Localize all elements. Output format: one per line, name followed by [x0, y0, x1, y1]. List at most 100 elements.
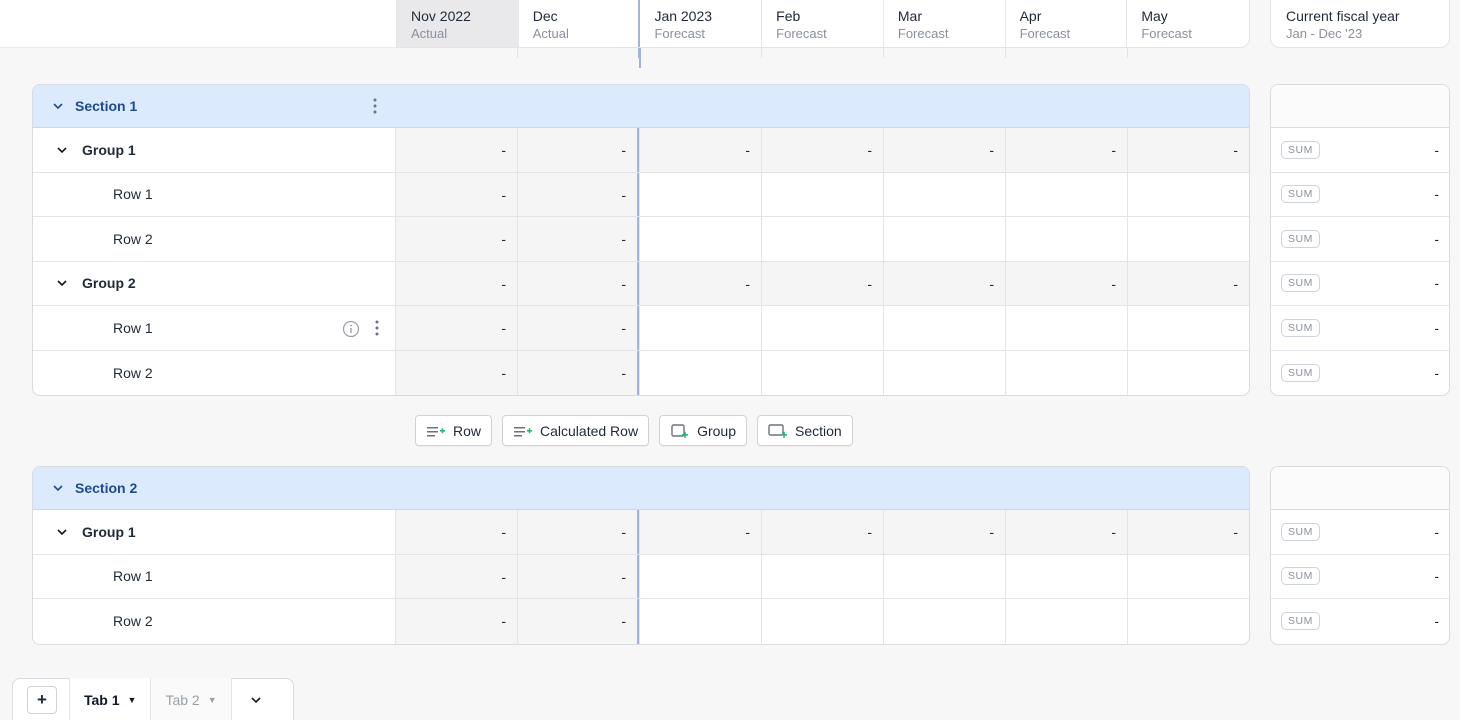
cell[interactable]: - — [883, 128, 1005, 172]
cell[interactable] — [639, 306, 761, 350]
row-label[interactable]: Row 1 — [33, 306, 395, 350]
cell[interactable]: - — [639, 510, 761, 554]
cell[interactable]: - — [1005, 510, 1127, 554]
cell[interactable]: - — [395, 510, 517, 554]
cell[interactable]: - — [761, 261, 883, 305]
chevron-down-icon[interactable] — [51, 99, 65, 113]
cell[interactable] — [1005, 554, 1127, 598]
col-header-jan[interactable]: Jan 2023 Forecast — [640, 0, 763, 47]
sum-badge[interactable]: SUM — [1281, 567, 1320, 586]
cell[interactable] — [761, 599, 883, 644]
fiscal-row[interactable]: SUM - — [1271, 217, 1449, 262]
cell[interactable]: - — [517, 172, 639, 216]
add-tab-button[interactable]: + — [27, 686, 57, 714]
cell[interactable]: - — [1127, 261, 1249, 305]
cell[interactable]: - — [517, 350, 639, 395]
cell[interactable] — [1127, 217, 1249, 261]
section-header[interactable]: Section 2 — [33, 467, 1249, 510]
cell[interactable]: - — [517, 128, 639, 172]
cell[interactable] — [1005, 217, 1127, 261]
fiscal-row[interactable]: SUM - — [1271, 173, 1449, 217]
fiscal-row[interactable]: SUM - — [1271, 599, 1449, 644]
cell[interactable]: - — [761, 128, 883, 172]
cell[interactable]: - — [395, 172, 517, 216]
cell[interactable] — [1005, 172, 1127, 216]
add-section-button[interactable]: Section — [757, 415, 853, 446]
info-icon[interactable] — [342, 320, 360, 338]
fiscal-row[interactable]: SUM - — [1271, 306, 1449, 351]
fiscal-row[interactable]: SUM - — [1271, 510, 1449, 555]
row-label[interactable]: Group 2 — [33, 262, 395, 306]
cell[interactable] — [883, 172, 1005, 216]
chevron-down-icon[interactable] — [55, 143, 69, 157]
cell[interactable] — [883, 306, 1005, 350]
cell[interactable]: - — [395, 306, 517, 350]
cell[interactable]: - — [517, 217, 639, 261]
col-header-nov[interactable]: Nov 2022 Actual — [397, 0, 519, 47]
cell[interactable]: - — [639, 261, 761, 305]
cell[interactable] — [883, 217, 1005, 261]
cell[interactable] — [761, 217, 883, 261]
col-header-may[interactable]: May Forecast — [1127, 0, 1249, 47]
sum-badge[interactable]: SUM — [1281, 140, 1320, 159]
sum-badge[interactable]: SUM — [1281, 522, 1320, 541]
cell[interactable]: - — [517, 261, 639, 305]
cell[interactable] — [883, 599, 1005, 644]
cell[interactable] — [761, 554, 883, 598]
cell[interactable]: - — [1127, 510, 1249, 554]
cell[interactable]: - — [395, 599, 517, 644]
sum-badge[interactable]: SUM — [1281, 185, 1320, 204]
tabs-overflow-button[interactable] — [230, 678, 281, 720]
col-header-apr[interactable]: Apr Forecast — [1006, 0, 1128, 47]
tab-2[interactable]: Tab 2 ▼ — [150, 678, 231, 720]
add-calculated-row-button[interactable]: Calculated Row — [502, 415, 650, 446]
kebab-menu-icon[interactable] — [372, 319, 382, 337]
row-label[interactable]: Row 1 — [33, 555, 395, 599]
cell[interactable]: - — [1005, 128, 1127, 172]
col-header-mar[interactable]: Mar Forecast — [884, 0, 1006, 47]
row-label[interactable]: Row 1 — [33, 173, 395, 217]
cell[interactable] — [1005, 599, 1127, 644]
cell[interactable] — [1127, 599, 1249, 644]
add-group-button[interactable]: Group — [659, 415, 747, 446]
cell[interactable]: - — [395, 128, 517, 172]
kebab-menu-icon[interactable] — [370, 97, 380, 115]
chevron-down-icon[interactable] — [51, 481, 65, 495]
caret-down-icon[interactable]: ▼ — [208, 695, 217, 705]
chevron-down-icon[interactable] — [55, 276, 69, 290]
sum-badge[interactable]: SUM — [1281, 363, 1320, 382]
cell[interactable]: - — [883, 261, 1005, 305]
cell[interactable] — [883, 554, 1005, 598]
cell[interactable] — [761, 350, 883, 395]
sum-badge[interactable]: SUM — [1281, 318, 1320, 337]
cell[interactable] — [639, 554, 761, 598]
cell[interactable] — [1127, 306, 1249, 350]
add-row-button[interactable]: Row — [415, 415, 493, 446]
cell[interactable]: - — [517, 510, 639, 554]
cell[interactable]: - — [639, 128, 761, 172]
sum-badge[interactable]: SUM — [1281, 229, 1320, 248]
cell[interactable]: - — [517, 599, 639, 644]
cell[interactable]: - — [395, 261, 517, 305]
row-label[interactable]: Group 1 — [33, 510, 395, 554]
row-label[interactable]: Row 2 — [33, 599, 395, 644]
cell[interactable] — [1127, 554, 1249, 598]
cell[interactable]: - — [1127, 128, 1249, 172]
cell[interactable] — [883, 350, 1005, 395]
cell[interactable]: - — [517, 554, 639, 598]
sum-badge[interactable]: SUM — [1281, 612, 1320, 631]
cell[interactable]: - — [761, 510, 883, 554]
cell[interactable] — [639, 599, 761, 644]
cell[interactable] — [1005, 350, 1127, 395]
cell[interactable] — [1005, 306, 1127, 350]
cell[interactable]: - — [1005, 261, 1127, 305]
fiscal-row[interactable]: SUM - — [1271, 555, 1449, 599]
col-header-dec[interactable]: Dec Actual — [519, 0, 641, 47]
cell[interactable] — [639, 350, 761, 395]
chevron-down-icon[interactable] — [55, 525, 69, 539]
fiscal-row[interactable]: SUM - — [1271, 262, 1449, 306]
col-header-feb[interactable]: Feb Forecast — [762, 0, 884, 47]
cell[interactable] — [1127, 172, 1249, 216]
section-header[interactable]: Section 1 — [33, 85, 1249, 128]
row-label[interactable]: Row 2 — [33, 351, 395, 396]
